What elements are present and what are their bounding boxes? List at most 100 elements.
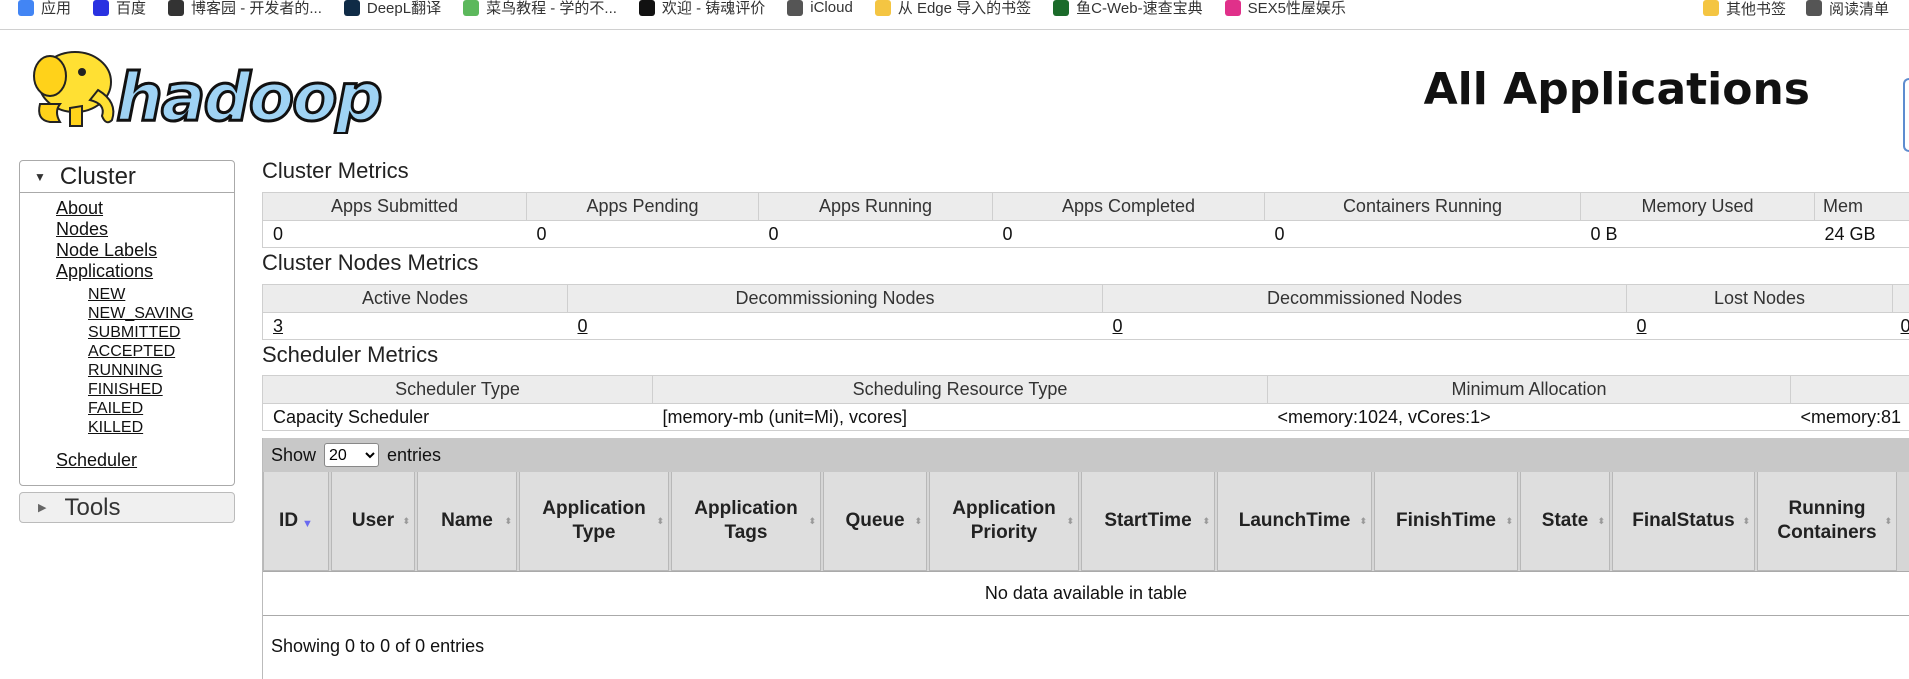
column-header-launchtime[interactable]: LaunchTime ⬍	[1217, 472, 1372, 571]
value-memory-total: 24 GB	[1814, 220, 1909, 248]
tools-accordion-header[interactable]: ▶ Tools	[19, 492, 235, 523]
nav-state-new-saving[interactable]: NEW_SAVING	[88, 304, 234, 323]
column-header-name[interactable]: Name ⬍	[417, 472, 517, 571]
header-containers-running: Containers Running	[1264, 192, 1581, 221]
hadoop-logo[interactable]: hadoop	[20, 42, 396, 138]
bookmark-left-0[interactable]: 应用	[18, 0, 71, 23]
nav-state-submitted[interactable]: SUBMITTED	[88, 323, 234, 342]
value-apps-completed: 0	[992, 220, 1265, 248]
column-header-starttime[interactable]: StartTime ⬍	[1081, 472, 1215, 571]
column-header-queue[interactable]: Queue ⬍	[823, 472, 927, 571]
header-scheduling-resource-type: Scheduling Resource Type	[652, 375, 1268, 404]
fc-icon	[1053, 0, 1070, 16]
bookmark-label: iCloud	[810, 0, 853, 16]
house-icon	[1224, 0, 1241, 16]
column-label: LaunchTime	[1238, 510, 1351, 531]
header-maximum-allocation	[1790, 375, 1909, 404]
value-next-nodes[interactable]: 0	[1892, 312, 1909, 340]
nav-scheduler[interactable]: Scheduler	[56, 450, 234, 471]
column-header-running-containers[interactable]: Running Containers ⬍	[1757, 472, 1897, 571]
column-header-application-priority[interactable]: Application Priority ⬍	[929, 472, 1079, 571]
nav-node-labels[interactable]: Node Labels	[56, 240, 234, 261]
column-header-application-tags[interactable]: Application Tags ⬍	[671, 472, 821, 571]
bookmark-right-0[interactable]: 其他书签	[1702, 0, 1786, 23]
value-apps-submitted: 0	[262, 220, 527, 248]
apple-icon	[787, 0, 804, 16]
value-scheduling-resource-type: [memory-mb (unit=Mi), vcores]	[652, 403, 1268, 431]
column-header-finishtime[interactable]: FinishTime ⬍	[1374, 472, 1518, 571]
column-header-id[interactable]: ID ▼	[263, 472, 329, 571]
bookmark-label: 应用	[41, 0, 72, 17]
nav-applications[interactable]: Applications	[56, 261, 234, 282]
cluster-label: Cluster	[59, 162, 136, 190]
bookmark-left-8[interactable]: 鱼C-Web-速查宝典	[1053, 0, 1203, 23]
nav-state-killed[interactable]: KILLED	[88, 418, 234, 437]
sort-both-icon: ⬍	[1884, 516, 1892, 526]
deepl-icon	[343, 0, 360, 16]
bookmark-left-4[interactable]: 菜鸟教程 - 学的不...	[463, 0, 617, 23]
column-header-application-type[interactable]: Application Type ⬍	[519, 472, 669, 571]
value-containers-running: 0	[1264, 220, 1581, 248]
header-scheduler-type: Scheduler Type	[262, 375, 653, 404]
page-size-select[interactable]: 20	[324, 443, 380, 467]
cluster-panel: ▼ Cluster About Nodes Node Labels Applic…	[19, 160, 235, 486]
nav-state-running[interactable]: RUNNING	[88, 361, 234, 380]
nav-about[interactable]: About	[56, 198, 234, 219]
cluster-accordion-header[interactable]: ▼ Cluster	[20, 161, 234, 193]
header-next-nodes	[1892, 284, 1909, 313]
value-lost-nodes[interactable]: 0	[1626, 312, 1893, 340]
show-label: Show	[271, 444, 317, 465]
baidu-paw-icon	[93, 0, 110, 16]
sort-both-icon: ⬍	[402, 516, 410, 526]
cluster-metrics-title: Cluster Metrics	[262, 158, 409, 183]
bookmark-left-6[interactable]: iCloud	[787, 0, 853, 23]
value-memory-used: 0 B	[1580, 220, 1815, 248]
column-label: Application Tags	[694, 498, 798, 543]
svg-text:hadoop: hadoop	[116, 59, 381, 134]
sort-both-icon: ⬍	[1066, 516, 1074, 526]
column-header-finalstatus[interactable]: FinalStatus ⬍	[1612, 472, 1755, 571]
pro-icon	[638, 0, 655, 16]
hadoop-elephant-icon: hadoop	[33, 51, 384, 138]
bookmark-right-1[interactable]: 阅读清单	[1805, 0, 1889, 23]
bookmark-label: 菜鸟教程 - 学的不...	[486, 0, 617, 17]
bookmark-label: 其他书签	[1725, 0, 1786, 18]
page-title: All Applications	[1423, 64, 1810, 115]
column-header-user[interactable]: User ⬍	[331, 472, 415, 571]
column-label: Application Priority	[952, 498, 1056, 543]
nav-nodes[interactable]: Nodes	[56, 219, 234, 240]
header-apps-submitted: Apps Submitted	[262, 192, 527, 221]
scheduler-metrics-title: Scheduler Metrics	[262, 342, 439, 367]
header-active-nodes: Active Nodes	[262, 284, 568, 313]
cnblogs-icon	[168, 0, 185, 16]
table-info: Showing 0 to 0 of 0 entries	[271, 635, 485, 656]
app-state-list: NEW NEW_SAVING SUBMITTED ACCEPTED RUNNIN…	[56, 285, 234, 437]
bookmark-left-1[interactable]: 百度	[93, 0, 146, 23]
sort-both-icon: ⬍	[1202, 516, 1210, 526]
bookmark-left-7[interactable]: 从 Edge 导入的书签	[874, 0, 1031, 23]
reading-list-icon	[1805, 0, 1822, 16]
sort-both-icon: ⬍	[656, 516, 664, 526]
triangle-right-icon: ▶	[38, 502, 47, 514]
bookmark-left-9[interactable]: SEX5性屋娱乐	[1224, 0, 1346, 23]
sort-both-icon: ⬍	[504, 516, 512, 526]
nav-state-accepted[interactable]: ACCEPTED	[88, 342, 234, 361]
nav-state-failed[interactable]: FAILED	[88, 399, 234, 418]
table-length-control: Show 20 entries	[263, 438, 1909, 472]
header-apps-pending: Apps Pending	[526, 192, 759, 221]
bookmark-left-2[interactable]: 博客园 - 开发者的...	[168, 0, 322, 23]
header-decommissioned-nodes: Decommissioned Nodes	[1102, 284, 1627, 313]
nav-state-new[interactable]: NEW	[88, 285, 234, 304]
column-header-state[interactable]: State ⬍	[1520, 472, 1610, 571]
nav-state-finished[interactable]: FINISHED	[88, 380, 234, 399]
value-decommissioned-nodes[interactable]: 0	[1102, 312, 1627, 340]
value-decommissioning-nodes[interactable]: 0	[567, 312, 1103, 340]
empty-table-message: No data available in table	[263, 572, 1909, 616]
bookmark-left-3[interactable]: DeepL翻译	[343, 0, 441, 23]
triangle-down-icon: ▼	[34, 169, 46, 184]
column-label: Application Type	[542, 498, 646, 543]
bookmark-left-5[interactable]: 欢迎 - 铸魂评价	[638, 0, 765, 23]
value-active-nodes[interactable]: 3	[262, 312, 568, 340]
column-label: StartTime	[1104, 510, 1192, 531]
bookmark-label: 百度	[116, 0, 147, 17]
